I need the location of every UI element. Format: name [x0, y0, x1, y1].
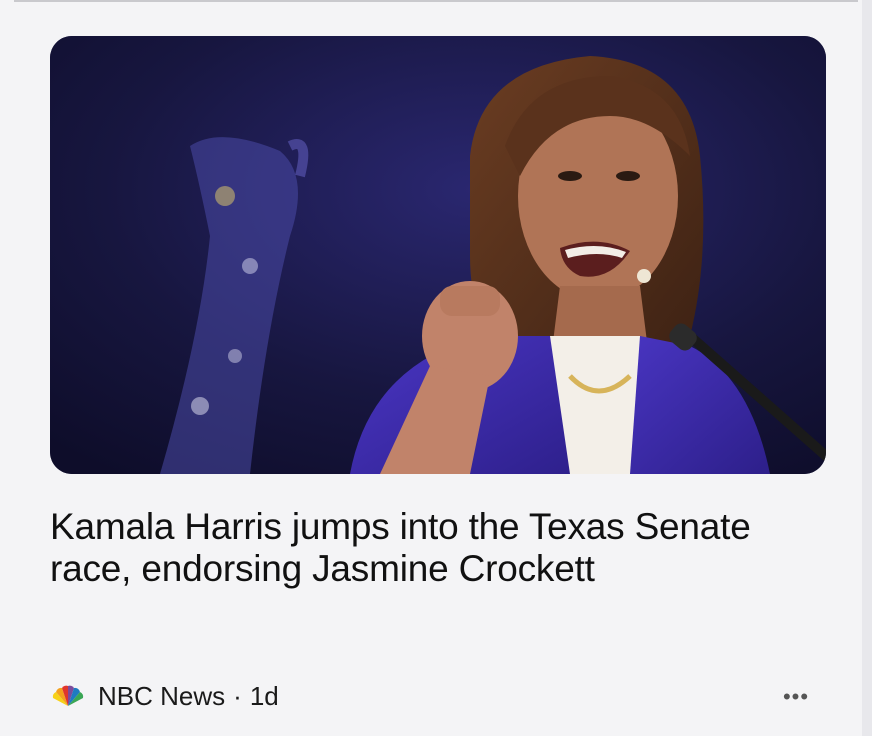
news-card[interactable]: Kamala Harris jumps into the Texas Senat… — [0, 2, 862, 736]
article-meta: NBC News · 1d — [50, 676, 279, 716]
article-headline[interactable]: Kamala Harris jumps into the Texas Senat… — [50, 506, 770, 590]
news-feed-page: Kamala Harris jumps into the Texas Senat… — [0, 0, 872, 736]
more-options-button[interactable]: ••• — [776, 684, 816, 710]
right-edge — [862, 0, 872, 736]
meta-separator: · — [233, 680, 242, 711]
source-name[interactable]: NBC News — [98, 681, 225, 712]
article-image[interactable] — [50, 36, 826, 474]
nbc-peacock-icon — [50, 684, 86, 708]
publish-age: 1d — [249, 680, 279, 711]
speaker-photo-icon — [50, 36, 826, 474]
